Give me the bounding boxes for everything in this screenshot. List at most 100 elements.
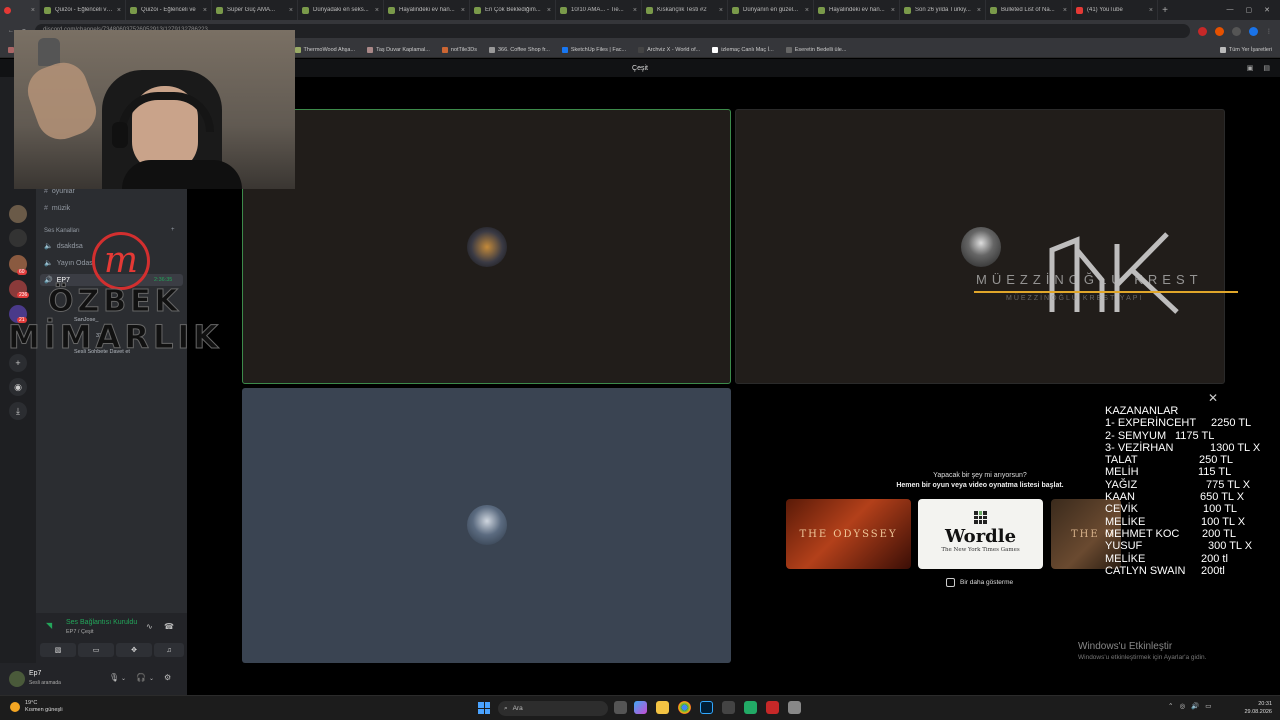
browser-tab[interactable]: Dünyanın en güzel... × (728, 0, 814, 20)
copilot-icon[interactable] (634, 701, 647, 714)
disconnect-icon[interactable]: ☎ (164, 622, 174, 631)
help-icon[interactable]: ▤ (1263, 64, 1270, 72)
video-tile-1[interactable] (242, 109, 731, 384)
browser-tab[interactable]: Süper Güç AMA... × (212, 0, 298, 20)
voice-status[interactable]: Ses Bağlantısı Kuruldu (66, 619, 137, 626)
volume-icon[interactable]: 🔊 (1191, 702, 1199, 710)
voice-channel-ep7[interactable]: 🔊 EP7 (44, 276, 70, 284)
network-icon[interactable]: ◎ (1179, 702, 1185, 710)
bookmark[interactable]: Eseretin Bedelli üle... (785, 46, 846, 53)
close-icon[interactable]: ✕ (1208, 391, 1218, 405)
chevron-up-icon[interactable]: ⌃ (1168, 702, 1173, 710)
channel-muzik[interactable]: # müzik (44, 205, 70, 212)
clock[interactable]: 20:31 29.08.2026 (1244, 700, 1272, 716)
microphone-icon[interactable]: 🎙 (109, 673, 119, 682)
close-tab-icon[interactable]: × (289, 7, 293, 14)
close-tab-icon[interactable]: × (633, 7, 637, 14)
avatar[interactable] (9, 671, 25, 687)
browser-tab[interactable]: Dünyadaki en seks... × (298, 0, 384, 20)
bookmark[interactable]: SketchUp Files | Fac... (561, 46, 626, 53)
close-window-icon[interactable]: ✕ (1264, 6, 1270, 14)
extension-icon[interactable] (1198, 26, 1207, 36)
voice-channel-yayin[interactable]: 🔈 Yayın Odası (44, 259, 95, 267)
weather-widget[interactable]: 19°C Kısmen güneşli (10, 700, 63, 714)
server-icon[interactable] (9, 205, 27, 223)
bookmark[interactable]: Taş Duvar Kaplamal... (367, 46, 430, 53)
all-bookmarks[interactable]: Tüm Yer İşaretleri (1219, 46, 1272, 53)
maximize-icon[interactable]: ▢ (1246, 6, 1253, 14)
close-tab-icon[interactable]: × (977, 7, 981, 14)
noise-icon[interactable]: ∿ (146, 622, 153, 631)
browser-tab[interactable]: Quizoi - Eğlenceli ve... × (40, 0, 126, 20)
bookmark[interactable]: 366. Coffee Shop fr... (488, 46, 550, 53)
photoshop-icon[interactable] (700, 701, 713, 714)
download-icon[interactable]: ⤓ (9, 402, 27, 420)
app-icon[interactable] (722, 701, 735, 714)
checkbox[interactable] (946, 578, 955, 587)
minimize-icon[interactable]: — (1227, 6, 1234, 14)
windows-start-icon[interactable] (478, 702, 490, 714)
browser-tab[interactable]: Bulleted List of Na... × (986, 0, 1072, 20)
activity-card-odyssey[interactable]: THE ODYSSEY (786, 499, 911, 569)
app-icon[interactable] (766, 701, 779, 714)
bookmark[interactable]: ThermoWood Ahşa... (294, 46, 355, 53)
close-tab-icon[interactable]: × (805, 7, 809, 14)
voice-category[interactable]: Ses Kanalları + (44, 227, 175, 234)
screen-share-button[interactable]: ▭ (78, 643, 114, 657)
headphones-icon[interactable]: 🎧 (136, 673, 146, 682)
menu-icon[interactable]: ⋮ (1266, 28, 1272, 35)
soundboard-button[interactable]: ♫ (154, 643, 184, 657)
new-tab-icon[interactable]: + (1158, 5, 1172, 16)
activity-card-wordle[interactable]: Wordle The New York Times Games (918, 499, 1043, 569)
bookmark[interactable]: Archviz X - World of... (638, 46, 700, 53)
gear-icon[interactable]: ⚙ (164, 673, 171, 682)
bookmark[interactable]: izlemaç Canlı Maç İ... (712, 46, 774, 53)
close-tab-icon[interactable]: × (117, 7, 121, 14)
username[interactable]: Ep7 (29, 670, 41, 677)
close-tab-icon[interactable]: × (719, 7, 723, 14)
browser-tab[interactable]: Hayalindeki ev han... × (814, 0, 900, 20)
profile-icon[interactable] (1249, 26, 1258, 36)
inbox-icon[interactable]: ▣ (1247, 64, 1254, 72)
bookmark[interactable]: notTile3Ds (441, 46, 477, 53)
close-tab-icon[interactable]: × (31, 7, 35, 14)
video-tile-3[interactable] (242, 388, 731, 663)
app-icon[interactable] (788, 701, 801, 714)
browser-tab[interactable]: 10/10 AMA... - Tie... × (556, 0, 642, 20)
discover-icon[interactable]: ◉ (9, 378, 27, 396)
close-tab-icon[interactable]: × (1149, 7, 1153, 14)
dont-show-again[interactable]: Bir daha gösterme (946, 578, 1013, 587)
system-tray[interactable]: ⌃ ◎ 🔊 ▭ (1168, 702, 1211, 710)
add-channel-icon[interactable]: + (171, 227, 175, 233)
browser-tab[interactable]: (41) YouTube × (1072, 0, 1158, 20)
chevron-down-icon[interactable]: ⌄ (149, 675, 154, 682)
voice-channel-dsakdsa[interactable]: 🔈 dsakdsa (44, 242, 83, 250)
chevron-down-icon[interactable]: ⌄ (121, 675, 126, 682)
activities-button[interactable]: ✥ (116, 643, 152, 657)
channel-oyunlar[interactable]: # oyunlar (44, 188, 75, 195)
voice-sub[interactable]: EP7 / Çeşit (66, 629, 94, 635)
battery-icon[interactable]: ▭ (1205, 702, 1211, 710)
close-tab-icon[interactable]: × (1063, 7, 1067, 14)
file-explorer-icon[interactable] (656, 701, 669, 714)
close-tab-icon[interactable]: × (375, 7, 379, 14)
browser-tab[interactable]: Son 26 yılda Türkiy... × (900, 0, 986, 20)
browser-tab[interactable]: En Çok Beklediğim... × (470, 0, 556, 20)
browser-tab[interactable]: Kıskançlık Testi #2 × (642, 0, 728, 20)
close-tab-icon[interactable]: × (461, 7, 465, 14)
server-icon[interactable] (9, 229, 27, 247)
add-server-icon[interactable]: + (9, 354, 27, 372)
camera-off-button[interactable]: ▧ (40, 643, 76, 657)
app-icon[interactable] (744, 701, 757, 714)
extension-icon[interactable] (1215, 26, 1224, 36)
taskbar-search[interactable]: ⌕ Ara (498, 701, 608, 716)
browser-tab[interactable]: Hayalindeki ev han... × (384, 0, 470, 20)
browser-tab[interactable]: Quizoi - Eğlenceli ve × (126, 0, 212, 20)
extension-icon[interactable] (1232, 26, 1241, 36)
task-view-icon[interactable] (614, 701, 627, 714)
browser-tab[interactable]: × (0, 0, 40, 20)
close-tab-icon[interactable]: × (203, 7, 207, 14)
chrome-icon[interactable] (678, 701, 691, 714)
close-tab-icon[interactable]: × (547, 7, 551, 14)
close-tab-icon[interactable]: × (891, 7, 895, 14)
